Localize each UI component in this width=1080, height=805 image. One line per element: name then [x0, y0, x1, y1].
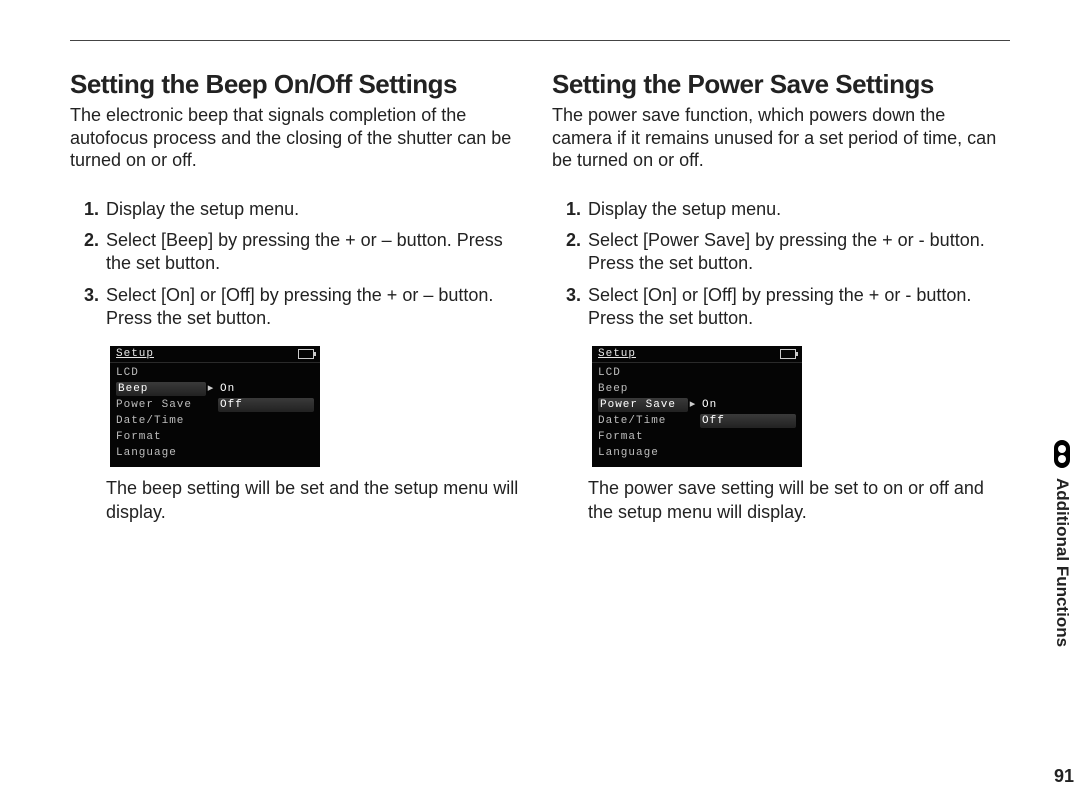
right-intro: The power save function, which powers do…	[552, 104, 1010, 172]
list-item: 1.Display the setup menu.	[84, 198, 528, 229]
step-text: Display the setup menu.	[106, 199, 299, 219]
battery-icon	[298, 349, 314, 359]
menu-row-label: Date/Time	[598, 414, 686, 428]
menu-row: Date/Time Off	[592, 413, 802, 429]
menu-row-label: LCD	[598, 366, 686, 380]
menu-title: Setup	[116, 348, 154, 360]
left-result: The beep setting will be set and the set…	[106, 477, 528, 524]
step-text: Select [Power Save] by pressing the + or…	[588, 230, 985, 273]
side-tab: Additional Functions	[1052, 440, 1072, 647]
left-intro: The electronic beep that signals complet…	[70, 104, 528, 172]
menu-row-value: Off	[218, 398, 314, 412]
right-result: The power save setting will be set to on…	[588, 477, 1010, 524]
right-column: Setting the Power Save Settings The powe…	[552, 69, 1010, 524]
arrow-icon: ▸	[688, 398, 698, 412]
top-rule	[70, 40, 1010, 41]
menu-row-label: Format	[598, 430, 686, 444]
battery-icon	[780, 349, 796, 359]
menu-row-label: Language	[116, 446, 204, 460]
left-menu-screenshot: Setup LCD Beep▸ On Power Save Off Date/Time Fo…	[110, 346, 320, 467]
left-steps: 1.Display the setup menu. 2.Select [Beep…	[84, 198, 528, 339]
step-text: Select [Beep] by pressing the + or – but…	[106, 230, 503, 273]
list-item: 1.Display the setup menu.	[566, 198, 1010, 229]
right-menu-screenshot: Setup LCD Beep Power Save▸ On Date/Time Off Fo…	[592, 346, 802, 467]
step-text: Select [On] or [Off] by pressing the + o…	[588, 285, 971, 328]
left-heading: Setting the Beep On/Off Settings	[70, 69, 528, 100]
menu-row: Date/Time	[110, 413, 320, 429]
tab-dots-icon	[1054, 440, 1070, 468]
step-text: Display the setup menu.	[588, 199, 781, 219]
arrow-icon: ▸	[206, 382, 216, 396]
menu-row: Language	[592, 445, 802, 461]
menu-row-value: On	[220, 382, 314, 396]
step-text: Select [On] or [Off] by pressing the + o…	[106, 285, 493, 328]
list-item: 3.Select [On] or [Off] by pressing the +…	[566, 284, 1010, 339]
menu-row-label: LCD	[116, 366, 204, 380]
menu-body: LCD Beep▸ On Power Save Off Date/Time Format La…	[110, 363, 320, 467]
menu-row: LCD	[592, 365, 802, 381]
list-item: 2.Select [Beep] by pressing the + or – b…	[84, 229, 528, 284]
menu-row-label: Power Save	[116, 398, 204, 412]
menu-row-label: Language	[598, 446, 686, 460]
menu-title: Setup	[598, 348, 636, 360]
menu-row-label: Date/Time	[116, 414, 204, 428]
menu-row-value: On	[702, 398, 796, 412]
menu-row: Language	[110, 445, 320, 461]
left-column: Setting the Beep On/Off Settings The ele…	[70, 69, 528, 524]
menu-row: Beep	[592, 381, 802, 397]
menu-body: LCD Beep Power Save▸ On Date/Time Off Format La…	[592, 363, 802, 467]
list-item: 2.Select [Power Save] by pressing the + …	[566, 229, 1010, 284]
menu-row: Power Save Off	[110, 397, 320, 413]
menu-row: Format	[592, 429, 802, 445]
menu-row-label: Format	[116, 430, 204, 444]
right-heading: Setting the Power Save Settings	[552, 69, 1010, 100]
menu-row-label: Beep	[116, 382, 206, 396]
list-item: 3.Select [On] or [Off] by pressing the +…	[84, 284, 528, 339]
menu-row-value: Off	[700, 414, 796, 428]
page-number: 91	[1054, 766, 1074, 787]
menu-row: LCD	[110, 365, 320, 381]
menu-row: Power Save▸ On	[592, 397, 802, 413]
side-tab-label: Additional Functions	[1052, 478, 1072, 647]
menu-row-label: Power Save	[598, 398, 688, 412]
right-steps: 1.Display the setup menu. 2.Select [Powe…	[566, 198, 1010, 339]
menu-row: Beep▸ On	[110, 381, 320, 397]
menu-row: Format	[110, 429, 320, 445]
menu-row-label: Beep	[598, 382, 686, 396]
menu-header: Setup	[110, 346, 320, 363]
menu-header: Setup	[592, 346, 802, 363]
